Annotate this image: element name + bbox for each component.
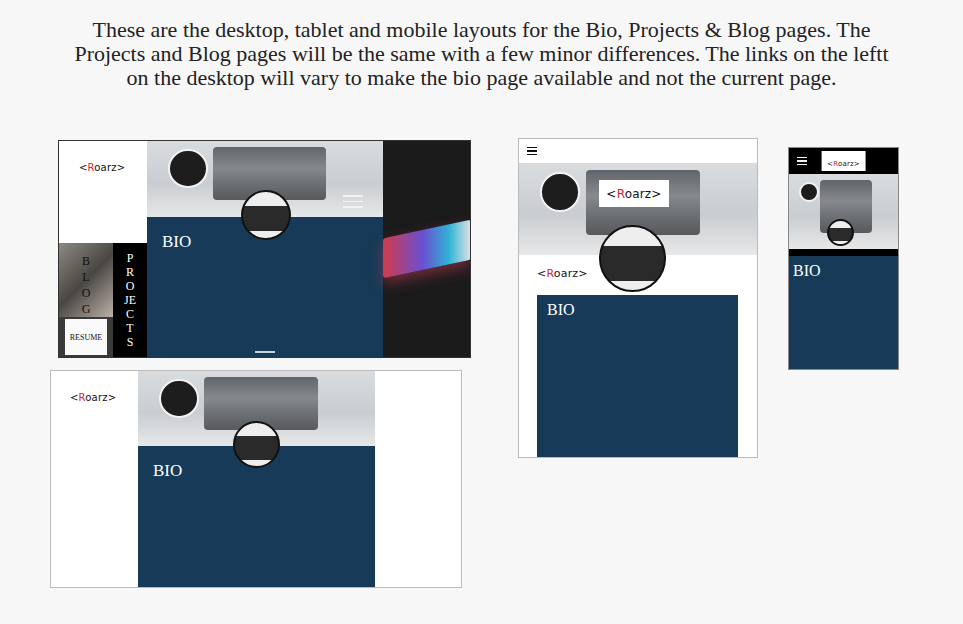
hamburger-icon[interactable] — [527, 147, 537, 156]
header: These are the desktop, tablet and mobile… — [0, 0, 963, 138]
logo[interactable]: <Roarz> — [606, 187, 661, 201]
right-margin — [375, 371, 461, 587]
nav-tiles: BLOGPROJECTSRESUME — [59, 243, 147, 357]
avatar — [599, 225, 666, 292]
desktop-layout-simple: <Roarz> BIO — [50, 370, 462, 588]
desktop-layouts: <Roarz>BLOGPROJECTSRESUMEBIO<Roarz>BIO — [50, 138, 471, 588]
avatar — [233, 421, 280, 468]
logo[interactable]: <Roarz> — [537, 267, 588, 280]
tablet-page: <Roarz> <Roarz> BIO — [519, 139, 757, 457]
blog-link[interactable]: BLOG — [59, 243, 113, 317]
logo-box: <Roarz> — [599, 180, 669, 207]
resume-link[interactable]: RESUME — [59, 317, 113, 357]
logo-box: <Roarz> — [821, 151, 866, 171]
logo[interactable]: <Roarz> — [827, 160, 860, 168]
left-sidebar: <Roarz> — [51, 371, 138, 587]
avatar — [827, 219, 854, 246]
bio-panel: BIO — [537, 295, 738, 457]
top-bar: <Roarz> — [789, 148, 898, 174]
mockups: <Roarz>BLOGPROJECTSRESUMEBIO<Roarz>BIO<R… — [0, 138, 963, 588]
side-photo — [383, 141, 471, 357]
projects-link[interactable]: PROJECTS — [113, 243, 147, 357]
main-content: BIO — [138, 371, 375, 587]
bio-panel: BIO — [789, 256, 898, 369]
hero — [789, 174, 898, 256]
hamburger-icon[interactable] — [343, 195, 363, 208]
left-sidebar: <Roarz> BLOGPROJECTSRESUME — [59, 141, 147, 357]
page-title: BIO — [547, 301, 728, 319]
slider-mark[interactable] — [255, 351, 275, 353]
desktop-layout-full: <Roarz>BLOGPROJECTSRESUMEBIO — [58, 140, 471, 358]
avatar — [241, 190, 291, 240]
top-bar — [519, 139, 757, 163]
page-title: BIO — [793, 262, 894, 280]
mobile-page: <Roarz> BIO — [789, 148, 898, 369]
mobile-layout: <Roarz> BIO — [788, 147, 899, 370]
hamburger-icon[interactable] — [797, 157, 807, 166]
logo[interactable]: <Roarz> — [79, 162, 125, 173]
layout-sheet: These are the desktop, tablet and mobile… — [0, 0, 963, 624]
main-content: BIO — [147, 141, 383, 357]
tablet-layout: <Roarz> <Roarz> BIO — [518, 138, 758, 458]
hero: <Roarz> <Roarz> — [519, 163, 757, 295]
logo[interactable]: <Roarz> — [70, 392, 116, 403]
description: These are the desktop, tablet and mobile… — [62, 18, 902, 138]
